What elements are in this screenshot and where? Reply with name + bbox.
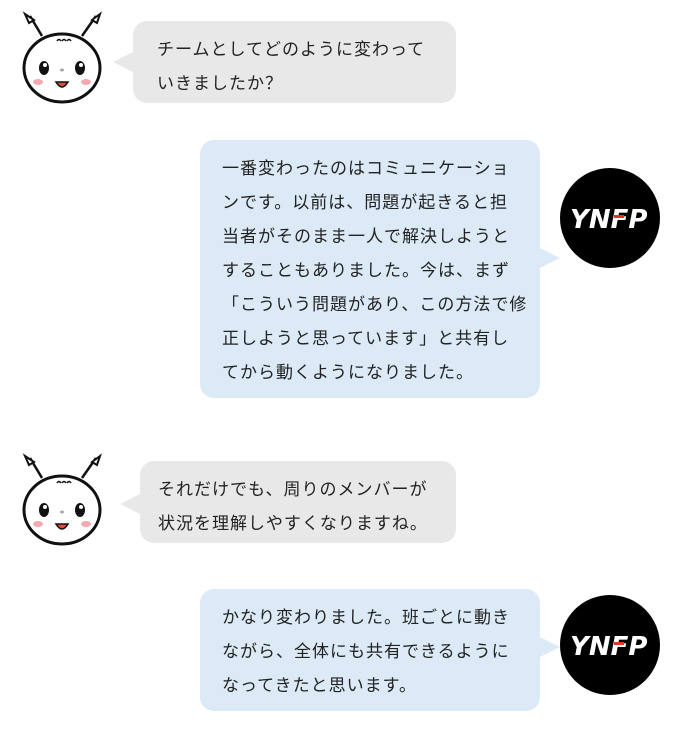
bubble-tail bbox=[113, 52, 133, 72]
message-line: チームとしてどのように変わって bbox=[157, 40, 426, 60]
message-line: ンです。以前は、問題が起きると担 bbox=[222, 193, 508, 213]
ynfp-logo: YNFP bbox=[570, 205, 647, 233]
mascot-avatar bbox=[12, 8, 112, 108]
svg-text:YNFP: YNFP bbox=[570, 205, 647, 233]
message-line: それだけでも、周りのメンバーが bbox=[158, 480, 428, 500]
message-row-2: 一番変わったのはコミュニケーショ ンです。以前は、問題が起きると担 当者がそのま… bbox=[0, 130, 675, 410]
message-line: なってきたと思います。 bbox=[222, 676, 417, 696]
message-row-1: チームとしてどのように変わって いきましたか？ bbox=[0, 0, 675, 120]
bubble-tail bbox=[540, 637, 560, 657]
ynfp-logo: YNFP bbox=[570, 632, 647, 660]
message-row-3: それだけでも、周りのメンバーが 状況を理解しやすくなりますね。 bbox=[0, 450, 675, 560]
ynfp-logo-avatar: YNFP bbox=[560, 595, 660, 695]
message-line: ながら、全体にも共有できるように bbox=[222, 642, 510, 662]
message-line: 状況を理解しやすくなりますね。 bbox=[158, 514, 428, 534]
message-line: 一番変わったのはコミュニケーショ bbox=[222, 159, 510, 179]
ynfp-bubble: かなり変わりました。班ごとに動き ながら、全体にも共有できるように なってきたと… bbox=[200, 589, 560, 711]
message-line: 正しようと思っています」と共有し bbox=[222, 329, 510, 349]
message-line: 当者がそのまま一人で解決しようと bbox=[222, 227, 510, 247]
svg-text:YNFP: YNFP bbox=[570, 632, 647, 660]
message-line: することもありました。今は、まず bbox=[222, 261, 510, 281]
message-line: かなり変わりました。班ごとに動き bbox=[222, 608, 510, 628]
ynfp-bubble: 一番変わったのはコミュニケーショ ンです。以前は、問題が起きると担 当者がそのま… bbox=[200, 140, 560, 398]
message-line: いきましたか？ bbox=[157, 74, 283, 94]
ynfp-logo-avatar: YNFP bbox=[560, 168, 660, 268]
message-line: てから動くようになりました。 bbox=[222, 363, 474, 383]
bubble-tail bbox=[540, 248, 560, 268]
interviewer-bubble: チームとしてどのように変わって いきましたか？ bbox=[113, 21, 456, 103]
mascot-icon bbox=[22, 11, 102, 104]
mascot-avatar bbox=[12, 450, 112, 550]
interviewer-bubble: それだけでも、周りのメンバーが 状況を理解しやすくなりますね。 bbox=[120, 461, 456, 543]
message-line: 「こういう問題があり、この方法で修 bbox=[222, 295, 528, 315]
mascot-icon bbox=[22, 453, 102, 546]
message-row-4: かなり変わりました。班ごとに動き ながら、全体にも共有できるように なってきたと… bbox=[0, 580, 675, 720]
bubble-tail bbox=[120, 494, 140, 514]
